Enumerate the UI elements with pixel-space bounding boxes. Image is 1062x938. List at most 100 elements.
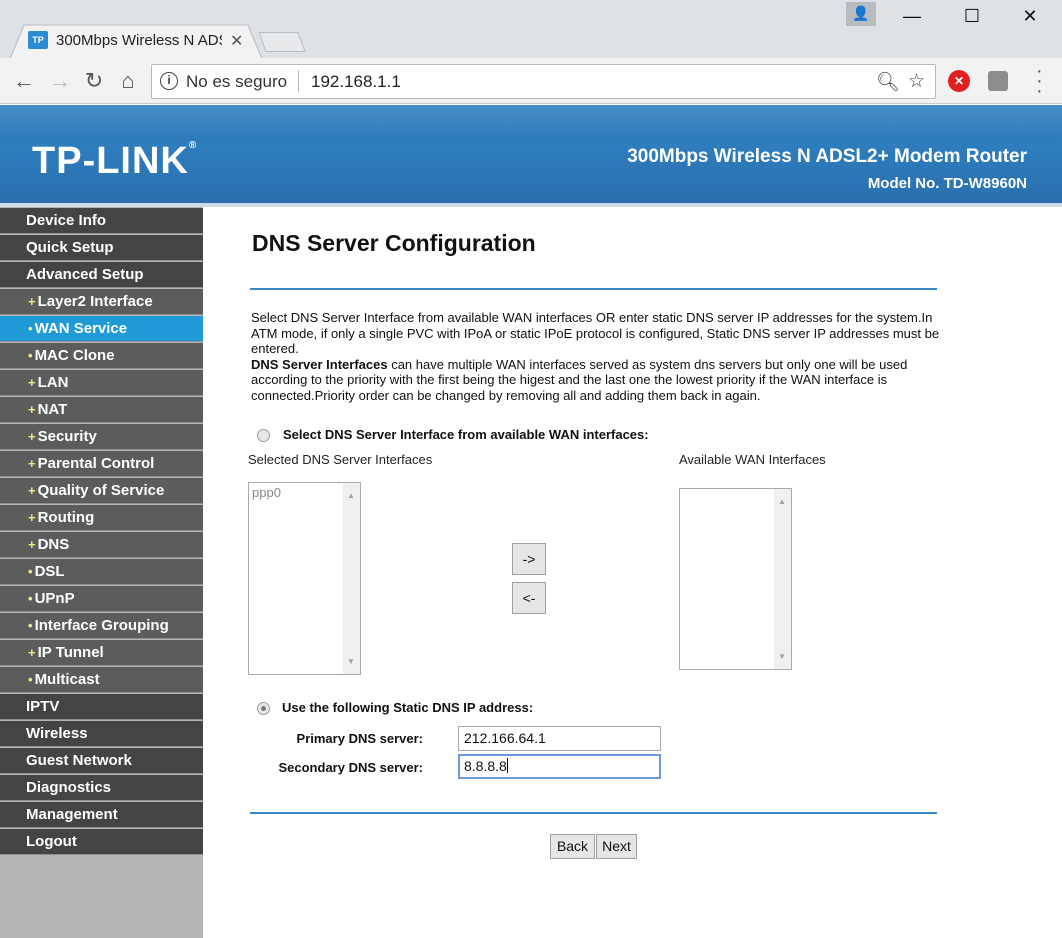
sidebar-item-nat[interactable]: + NAT xyxy=(0,397,203,423)
tab-title[interactable]: 300Mbps Wireless N ADSL2+ Modem Router xyxy=(56,32,222,49)
sidebar-item-multicast[interactable]: • Multicast xyxy=(0,667,203,693)
tab-close-icon[interactable]: ✕ xyxy=(230,31,243,51)
close-window-icon[interactable]: ✕ xyxy=(1020,6,1040,27)
menu-bullet-icon: + xyxy=(28,537,36,552)
bottom-divider xyxy=(250,812,937,814)
sidebar-item-quality-of-service[interactable]: + Quality of Service xyxy=(0,478,203,504)
sidebar-item-management[interactable]: Management xyxy=(0,802,203,828)
bookmark-star-icon[interactable]: ☆ xyxy=(908,70,925,93)
sidebar-item-label: MAC Clone xyxy=(34,347,115,364)
sidebar-item-mac-clone[interactable]: • MAC Clone xyxy=(0,343,203,369)
banner-highlight xyxy=(0,105,1062,135)
remove-interface-button[interactable]: <- xyxy=(512,582,546,614)
sidebar-item-label: Quality of Service xyxy=(37,482,165,499)
forward-arrow-icon[interactable]: → xyxy=(48,68,72,94)
model-number: Model No. TD-W8960N xyxy=(867,175,1027,192)
sidebar-item-advanced-setup[interactable]: Advanced Setup xyxy=(0,262,203,288)
add-interface-button[interactable]: -> xyxy=(512,543,546,575)
menu-bullet-icon: + xyxy=(28,456,36,471)
sidebar-item-guest-network[interactable]: Guest Network xyxy=(0,748,203,774)
scroll-down-icon[interactable]: ▼ xyxy=(778,652,786,661)
scroll-down-icon[interactable]: ▼ xyxy=(347,657,355,666)
text-caret xyxy=(506,758,508,773)
sidebar-item-interface-grouping[interactable]: • Interface Grouping xyxy=(0,613,203,639)
sidebar-item-label: UPnP xyxy=(34,590,75,607)
secondary-dns-value: 8.8.8.8 xyxy=(464,758,507,774)
product-name: 300Mbps Wireless N ADSL2+ Modem Router xyxy=(627,146,1027,167)
scroll-up-icon[interactable]: ▲ xyxy=(347,491,355,500)
menu-bullet-icon: + xyxy=(28,375,36,390)
next-button[interactable]: Next xyxy=(596,834,637,859)
menu-bullet-icon: • xyxy=(28,591,33,606)
scrollbar[interactable]: ▲ ▼ xyxy=(343,483,360,674)
sidebar-item-logout[interactable]: Logout xyxy=(0,829,203,855)
sidebar-item-upnp[interactable]: • UPnP xyxy=(0,586,203,612)
sidebar-item-label: NAT xyxy=(37,401,68,418)
description: Select DNS Server Interface from availab… xyxy=(251,310,941,403)
sidebar-item-quick-setup[interactable]: Quick Setup xyxy=(0,235,203,261)
info-icon[interactable]: i xyxy=(160,72,178,90)
menu-bullet-icon: + xyxy=(28,645,36,660)
sidebar-item-label: Management xyxy=(26,806,118,823)
radio-dns-interface[interactable] xyxy=(257,429,270,442)
sidebar-item-iptv[interactable]: IPTV xyxy=(0,694,203,720)
sidebar-item-wan-service[interactable]: • WAN Service xyxy=(0,316,203,342)
sidebar-item-dns[interactable]: + DNS xyxy=(0,532,203,558)
scroll-up-icon[interactable]: ▲ xyxy=(778,497,786,506)
sidebar-item-security[interactable]: + Security xyxy=(0,424,203,450)
sidebar-item-lan[interactable]: + LAN xyxy=(0,370,203,396)
url-text[interactable]: 192.168.1.1 xyxy=(311,72,401,92)
home-icon[interactable]: ⌂ xyxy=(116,68,140,94)
sidebar-item-label: Security xyxy=(37,428,97,445)
maximize-icon[interactable]: ☐ xyxy=(962,6,982,27)
primary-dns-input[interactable]: 212.166.64.1 xyxy=(458,726,661,751)
sidebar-item-label: Diagnostics xyxy=(26,779,112,796)
sidebar-item-label: Parental Control xyxy=(37,455,155,472)
available-interfaces-label: Available WAN Interfaces xyxy=(679,452,826,467)
sidebar-item-label: Layer2 Interface xyxy=(37,293,153,310)
menu-bullet-icon: + xyxy=(28,402,36,417)
profile-icon[interactable]: 👤 xyxy=(846,2,876,26)
selected-interfaces-list[interactable]: ppp0 ▲ ▼ xyxy=(248,482,361,675)
tab-favicon-icon: TP xyxy=(28,31,48,49)
menu-bullet-icon: + xyxy=(28,483,36,498)
sidebar-item-ip-tunnel[interactable]: + IP Tunnel xyxy=(0,640,203,666)
menu-bullet-icon: • xyxy=(28,564,33,579)
title-divider xyxy=(250,288,937,290)
menu-bullet-icon: + xyxy=(28,510,36,525)
sidebar-item-device-info[interactable]: Device Info xyxy=(0,208,203,234)
sidebar-item-label: DNS xyxy=(37,536,70,553)
security-status[interactable]: No es seguro xyxy=(186,72,287,92)
sidebar-item-label: Interface Grouping xyxy=(34,617,169,634)
scrollbar[interactable]: ▲ ▼ xyxy=(774,489,791,669)
available-interfaces-list[interactable]: ▲ ▼ xyxy=(679,488,792,670)
reload-icon[interactable]: ↻ xyxy=(82,68,106,94)
menu-bullet-icon: • xyxy=(28,348,33,363)
sidebar-item-layer2-interface[interactable]: + Layer2 Interface xyxy=(0,289,203,315)
sidebar-item-label: IP Tunnel xyxy=(37,644,104,661)
zoom-icon[interactable]: 🔍︎ xyxy=(876,70,900,94)
sidebar-item-label: Multicast xyxy=(34,671,100,688)
sidebar-item-label: IPTV xyxy=(26,698,60,715)
radio-static-dns[interactable] xyxy=(257,702,270,715)
extension-icon[interactable] xyxy=(988,71,1008,91)
sidebar-item-diagnostics[interactable]: Diagnostics xyxy=(0,775,203,801)
minimize-icon[interactable]: — xyxy=(902,6,922,27)
adblock-extension-icon[interactable]: ✕ xyxy=(948,70,970,92)
list-item[interactable]: ppp0 xyxy=(252,485,281,500)
sidebar-item-routing[interactable]: + Routing xyxy=(0,505,203,531)
sidebar-item-label: Device Info xyxy=(26,212,107,229)
secondary-dns-label: Secondary DNS server: xyxy=(278,760,423,775)
sidebar-item-wireless[interactable]: Wireless xyxy=(0,721,203,747)
sidebar-item-parental-control[interactable]: + Parental Control xyxy=(0,451,203,477)
secondary-dns-input[interactable]: 8.8.8.8 xyxy=(458,754,661,779)
back-button[interactable]: Back xyxy=(550,834,595,859)
new-tab-button[interactable] xyxy=(258,32,306,52)
browser-menu-icon[interactable]: · · · xyxy=(1036,61,1043,101)
sidebar-item-label: Routing xyxy=(37,509,95,526)
sidebar-item-dsl[interactable]: • DSL xyxy=(0,559,203,585)
sidebar-item-label: Guest Network xyxy=(26,752,132,769)
back-arrow-icon[interactable]: ← xyxy=(12,68,36,94)
sidebar-item-label: Wireless xyxy=(26,725,88,742)
sidebar-item-label: LAN xyxy=(37,374,69,391)
